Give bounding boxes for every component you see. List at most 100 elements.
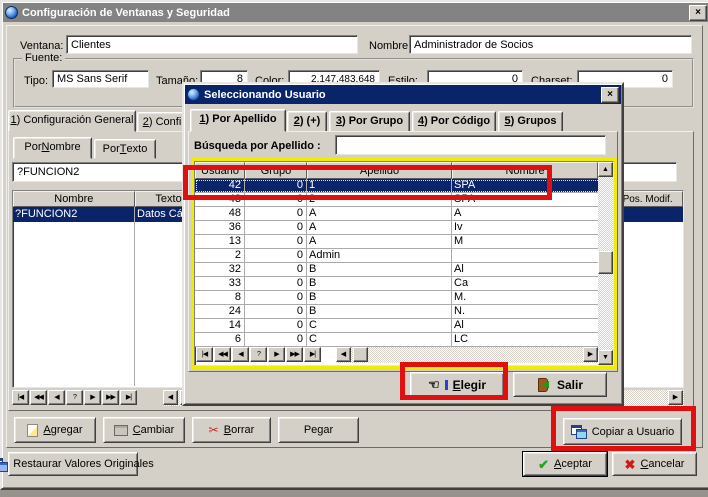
v-scrollbar[interactable]: ▲ ▼ bbox=[598, 162, 613, 365]
cell-grupo: 0 bbox=[245, 193, 307, 207]
tab-por-apellido[interactable]: 1) Por Apellido bbox=[190, 109, 286, 132]
busqueda-input[interactable] bbox=[335, 135, 606, 155]
cell-nombre: A bbox=[452, 207, 613, 221]
cell-apellido: B bbox=[307, 291, 452, 305]
cell-grupo: 0 bbox=[245, 263, 307, 277]
column-separator bbox=[134, 207, 135, 386]
user-row[interactable]: 4302SPA bbox=[195, 193, 613, 207]
scroll-right-icon[interactable]: ▶ bbox=[668, 390, 683, 405]
dialog-navigator-row: |◀◀◀◀?▶▶▶▶| ◀ ▶ bbox=[195, 347, 598, 364]
main-close-icon[interactable]: × bbox=[689, 5, 707, 21]
scroll-down-icon[interactable]: ▼ bbox=[598, 350, 613, 365]
subtab-por-nombre[interactable]: Por Nombre bbox=[13, 137, 92, 159]
nav-button[interactable]: ▶ bbox=[84, 390, 101, 405]
agregar-button[interactable]: Agregar bbox=[14, 417, 96, 443]
cell-apellido: 2 bbox=[307, 193, 452, 207]
cell-usuario: 6 bbox=[195, 333, 245, 347]
ventana-input[interactable] bbox=[66, 35, 358, 54]
borrar-label: Borrar bbox=[224, 424, 255, 436]
cancelar-button[interactable]: ✖ Cancelar bbox=[612, 452, 697, 476]
cambiar-button[interactable]: Cambiar bbox=[103, 417, 185, 443]
user-row[interactable]: 60CLC bbox=[195, 333, 613, 347]
tab-por-codigo[interactable]: 4) Por Código bbox=[412, 111, 496, 132]
aceptar-button[interactable]: ✔ Aceptar bbox=[523, 452, 607, 476]
col-header-grupo[interactable]: Grupo bbox=[245, 162, 307, 179]
copiar-a-usuario-button[interactable]: Copiar a Usuario bbox=[563, 418, 682, 445]
app-icon bbox=[5, 6, 18, 19]
nav-button[interactable]: ◀ bbox=[48, 390, 65, 405]
nav-button[interactable]: ? bbox=[66, 390, 83, 405]
dialog-app-icon bbox=[187, 88, 200, 101]
dialog-title: Seleccionando Usuario bbox=[204, 89, 326, 101]
nav-button[interactable]: ▶ bbox=[268, 347, 285, 362]
scroll-left-icon[interactable]: ◀ bbox=[336, 347, 351, 362]
elegir-button[interactable]: ☜ Elegir bbox=[410, 372, 504, 397]
nav-button[interactable]: ◀◀ bbox=[30, 390, 47, 405]
col-header-nombre[interactable]: Nombre bbox=[452, 162, 598, 179]
cancelar-label: Cancelar bbox=[640, 458, 684, 470]
nav-button[interactable]: ◀◀ bbox=[214, 347, 231, 362]
cell-apellido: A bbox=[307, 221, 452, 235]
elegir-label: Elegir bbox=[453, 378, 486, 392]
cambiar-label: Cambiar bbox=[133, 424, 175, 436]
user-row[interactable]: 140CAl bbox=[195, 319, 613, 333]
nav-button[interactable]: ▶| bbox=[304, 347, 321, 362]
tab-mas[interactable]: 2) (+) bbox=[287, 111, 327, 132]
borrar-button[interactable]: ✂ Borrar bbox=[192, 417, 271, 443]
nav-button[interactable]: ? bbox=[250, 347, 267, 362]
col-header-apellido[interactable]: Apellido bbox=[307, 162, 452, 179]
cell-apellido: A bbox=[307, 207, 452, 221]
nav-button[interactable]: ▶▶ bbox=[102, 390, 119, 405]
nav-button[interactable]: ◀ bbox=[232, 347, 249, 362]
exit-door-icon: ◀ bbox=[537, 378, 552, 391]
check-icon: ✔ bbox=[538, 458, 549, 471]
pegar-button[interactable]: Pegar bbox=[278, 417, 359, 443]
cell-grupo: 0 bbox=[245, 249, 307, 263]
user-row[interactable]: 330BCa bbox=[195, 277, 613, 291]
subtab-por-texto[interactable]: Por Texto bbox=[94, 139, 156, 159]
nav-button[interactable]: |◀ bbox=[12, 390, 29, 405]
cell-apellido: C bbox=[307, 333, 452, 347]
cell-usuario: 42 bbox=[195, 179, 245, 193]
user-row[interactable]: 4201SPA bbox=[195, 179, 613, 193]
dialog-close-icon[interactable]: × bbox=[601, 87, 619, 103]
tab-por-grupo[interactable]: 3) Por Grupo bbox=[329, 111, 410, 132]
tab-configuracion-2[interactable]: 2) Confi bbox=[137, 112, 187, 132]
user-row[interactable]: 130AM bbox=[195, 235, 613, 249]
salir-button[interactable]: ◀ Salir bbox=[513, 372, 607, 397]
nav-button[interactable]: ▶| bbox=[120, 390, 137, 405]
cell-grupo: 0 bbox=[245, 235, 307, 249]
nav-button[interactable]: ▶▶ bbox=[286, 347, 303, 362]
user-table[interactable]: Usuario Grupo Apellido Nombre 4201SPA430… bbox=[194, 161, 614, 366]
cell-nombre: M bbox=[452, 235, 613, 249]
user-row[interactable]: 320BAl bbox=[195, 263, 613, 277]
scroll-right-icon[interactable]: ▶ bbox=[583, 347, 598, 362]
scroll-thumb[interactable] bbox=[598, 251, 613, 274]
nav-button[interactable]: |◀ bbox=[196, 347, 213, 362]
user-row[interactable]: 20Admin bbox=[195, 249, 613, 263]
scroll-thumb[interactable] bbox=[353, 347, 368, 362]
scroll-up-icon[interactable]: ▲ bbox=[598, 162, 613, 177]
main-titlebar[interactable]: Configuración de Ventanas y Seguridad × bbox=[3, 3, 708, 22]
user-row[interactable]: 80BM. bbox=[195, 291, 613, 305]
user-row[interactable]: 360AIv bbox=[195, 221, 613, 235]
agregar-label: Agregar bbox=[43, 424, 82, 436]
cell-usuario: 36 bbox=[195, 221, 245, 235]
user-row[interactable]: 240BN. bbox=[195, 305, 613, 319]
scissors-icon: ✂ bbox=[209, 424, 219, 436]
col-header-usuario[interactable]: Usuario bbox=[195, 162, 245, 179]
cell-nombre: Al bbox=[452, 319, 613, 333]
cell-usuario: 32 bbox=[195, 263, 245, 277]
col-header-nombre[interactable]: Nombre bbox=[13, 191, 135, 207]
tab-configuracion-general[interactable]: 1) Configuración General bbox=[8, 110, 136, 132]
cursor-ibeam-icon bbox=[445, 380, 448, 390]
salir-label: Salir bbox=[557, 378, 583, 392]
tipo-input[interactable] bbox=[52, 70, 149, 88]
user-row[interactable]: 480AA bbox=[195, 207, 613, 221]
dialog-titlebar[interactable]: Seleccionando Usuario × bbox=[185, 85, 621, 104]
scroll-left-icon[interactable]: ◀ bbox=[163, 390, 178, 405]
nombre-input[interactable] bbox=[409, 35, 692, 54]
tab-grupos[interactable]: 5) Grupos bbox=[498, 111, 563, 132]
restaurar-valores-button[interactable]: Restaurar Valores Originales bbox=[8, 452, 138, 476]
h-scrollbar[interactable]: ◀ ▶ bbox=[336, 347, 598, 363]
